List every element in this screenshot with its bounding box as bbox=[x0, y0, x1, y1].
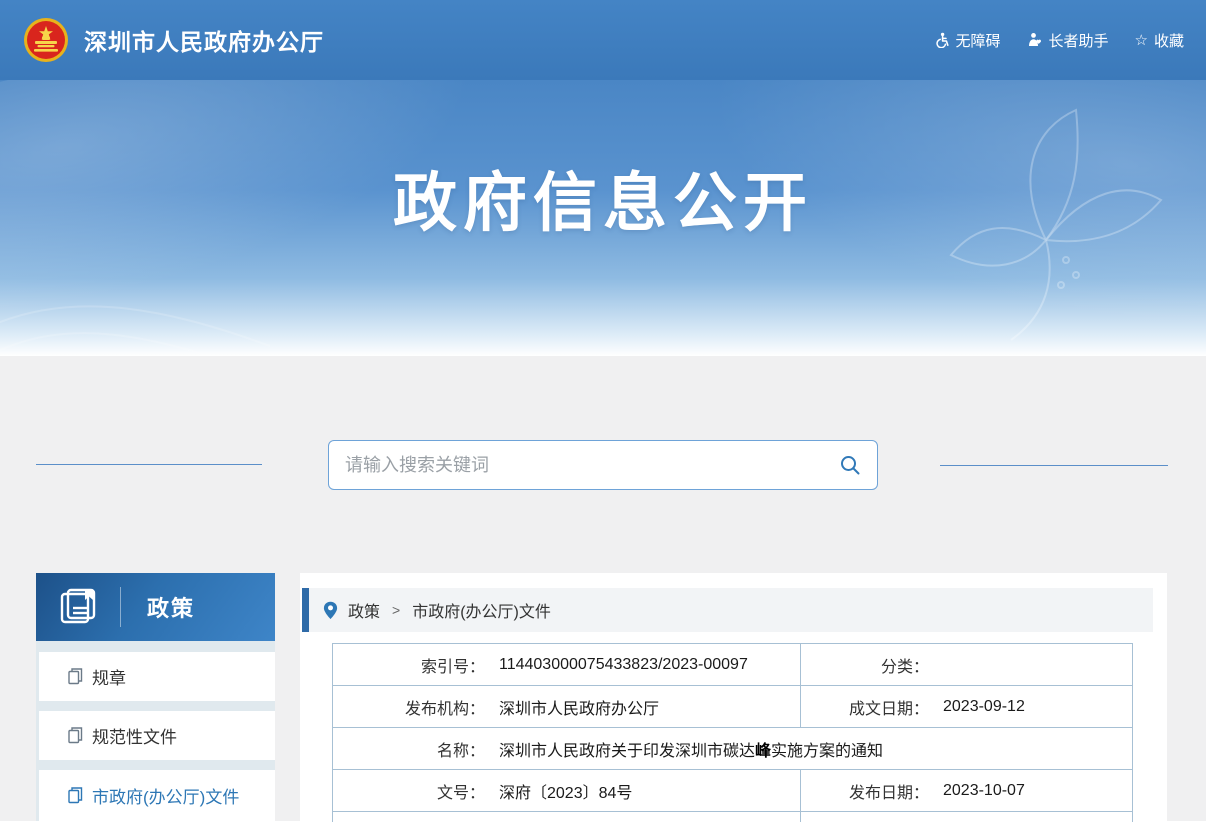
document-number-cell: 文号： 深府〔2023〕84号 bbox=[333, 770, 801, 811]
favorite-label: 收藏 bbox=[1154, 30, 1184, 51]
star-icon: ☆ bbox=[1135, 33, 1148, 48]
site-title: 深圳市人民政府办公厅 bbox=[84, 23, 324, 57]
search-section bbox=[0, 356, 1206, 496]
elder-helper-label: 长者助手 bbox=[1049, 30, 1109, 51]
document-number-label: 文号： bbox=[333, 779, 485, 803]
sidebar-header: 政策 bbox=[36, 573, 275, 641]
sidebar: 政策 规章 规范性文件 市政府(办公厅)文件 bbox=[36, 573, 275, 821]
accessibility-link[interactable]: 无障碍 bbox=[934, 30, 1001, 51]
doc-name-pre: 深圳市人民政府关于印发深圳市碳达 bbox=[499, 743, 755, 760]
search-icon bbox=[839, 454, 861, 476]
sidebar-header-divider bbox=[120, 587, 121, 627]
main-content-card: 政策 > 市政府(办公厅)文件 索引号： 114403000075433823/… bbox=[300, 573, 1167, 821]
issuing-agency-cell: 发布机构： 深圳市人民政府办公厅 bbox=[333, 686, 801, 727]
topbar-links: 无障碍 长者助手 ☆ 收藏 bbox=[934, 30, 1185, 51]
policy-book-icon bbox=[58, 586, 100, 628]
national-emblem-logo bbox=[22, 14, 70, 66]
document-name-value: 深圳市人民政府关于印发深圳市碳达峰实施方案的通知 bbox=[499, 737, 883, 761]
sidebar-item-list: 规章 规范性文件 市政府(办公厅)文件 bbox=[36, 641, 275, 821]
category-cell: 分类： bbox=[801, 644, 1132, 685]
sidebar-header-label: 政策 bbox=[147, 591, 195, 623]
page-title: 政府信息公开 bbox=[0, 152, 1206, 244]
breadcrumb: 政策 > 市政府(办公厅)文件 bbox=[302, 588, 1153, 632]
sidebar-item-label: 市政府(办公厅)文件 bbox=[92, 783, 239, 808]
search-box bbox=[328, 440, 878, 490]
decorative-line-right bbox=[940, 465, 1168, 466]
document-meta-table: 索引号： 114403000075433823/2023-00097 分类： 发… bbox=[332, 643, 1133, 822]
breadcrumb-item-policy[interactable]: 政策 bbox=[348, 598, 380, 622]
elder-icon bbox=[1027, 32, 1043, 48]
document-icon bbox=[68, 787, 83, 804]
hero-banner: 政府信息公开 bbox=[0, 80, 1206, 356]
breadcrumb-item-current[interactable]: 市政府(办公厅)文件 bbox=[412, 598, 551, 622]
table-row-index: 索引号： 114403000075433823/2023-00097 分类： bbox=[333, 644, 1132, 686]
accessibility-icon bbox=[934, 32, 950, 48]
publish-date-value: 2023-10-07 bbox=[943, 782, 1025, 800]
index-number-label: 索引号： bbox=[333, 653, 485, 677]
search-input[interactable] bbox=[345, 455, 839, 476]
issue-date-label: 成文日期： bbox=[801, 695, 929, 719]
table-row-issuer: 发布机构： 深圳市人民政府办公厅 成文日期： 2023-09-12 bbox=[333, 686, 1132, 728]
issuing-agency-label: 发布机构： bbox=[333, 695, 485, 719]
document-name-cell: 名称： 深圳市人民政府关于印发深圳市碳达峰实施方案的通知 bbox=[333, 728, 1132, 769]
issuing-agency-value: 深圳市人民政府办公厅 bbox=[499, 695, 659, 719]
location-pin-icon bbox=[323, 601, 338, 620]
issue-date-value: 2023-09-12 bbox=[943, 698, 1025, 716]
document-icon bbox=[68, 668, 83, 685]
sidebar-item-shizhengfu-wenjian[interactable]: 市政府(办公厅)文件 bbox=[39, 770, 275, 821]
document-name-label: 名称： bbox=[333, 737, 485, 761]
sidebar-item-guifanxing-wenjian[interactable]: 规范性文件 bbox=[39, 711, 275, 760]
index-number-cell: 索引号： 114403000075433823/2023-00097 bbox=[333, 644, 801, 685]
favorite-link[interactable]: ☆ 收藏 bbox=[1135, 30, 1184, 51]
sidebar-item-label: 规范性文件 bbox=[92, 723, 177, 748]
publish-date-label: 发布日期： bbox=[801, 779, 929, 803]
issue-date-cell: 成文日期： 2023-09-12 bbox=[801, 686, 1132, 727]
index-number-value: 114403000075433823/2023-00097 bbox=[499, 656, 748, 674]
elder-helper-link[interactable]: 长者助手 bbox=[1027, 30, 1109, 51]
publish-date-cell: 发布日期： 2023-10-07 bbox=[801, 770, 1132, 811]
document-icon bbox=[68, 727, 83, 744]
accessibility-label: 无障碍 bbox=[956, 30, 1001, 51]
doc-name-post: 实施方案的通知 bbox=[771, 743, 883, 760]
top-header-bar: 深圳市人民政府办公厅 无障碍 长者助手 ☆ 收藏 bbox=[0, 0, 1206, 80]
search-button[interactable] bbox=[839, 454, 861, 476]
breadcrumb-separator: > bbox=[392, 602, 400, 618]
document-number-value: 深府〔2023〕84号 bbox=[499, 779, 632, 803]
table-row-docnumber: 文号： 深府〔2023〕84号 发布日期： 2023-10-07 bbox=[333, 770, 1132, 812]
doc-name-highlight: 峰 bbox=[755, 743, 771, 760]
table-row-title: 名称： 深圳市人民政府关于印发深圳市碳达峰实施方案的通知 bbox=[333, 728, 1132, 770]
sidebar-item-label: 规章 bbox=[92, 664, 126, 689]
sidebar-item-guizhang[interactable]: 规章 bbox=[39, 652, 275, 701]
category-label: 分类： bbox=[801, 653, 929, 677]
decorative-line-left bbox=[36, 464, 262, 465]
